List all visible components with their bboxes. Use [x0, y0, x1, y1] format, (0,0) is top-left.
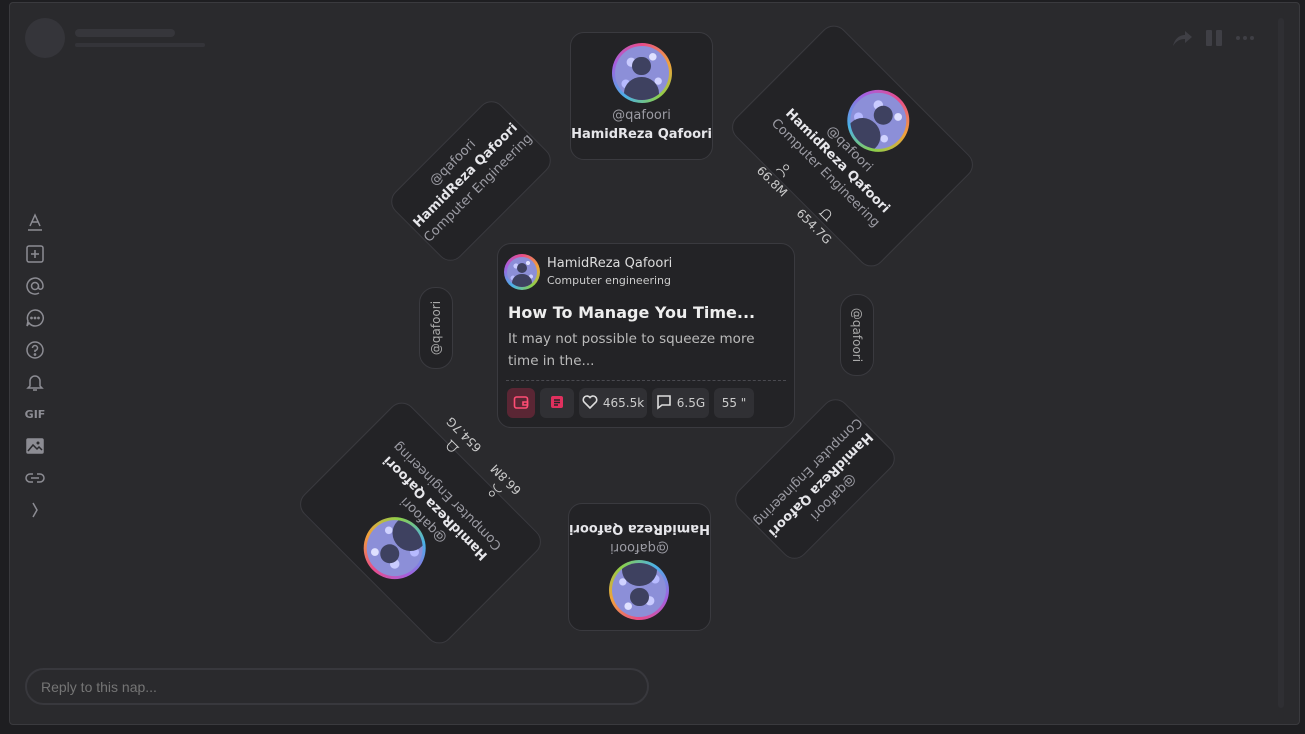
profile-name: HamidReza Qafoori — [569, 521, 710, 536]
avatar — [611, 43, 672, 103]
document-icon — [549, 394, 565, 413]
image-icon[interactable] — [22, 430, 48, 462]
help-icon[interactable] — [22, 334, 48, 366]
heart-icon — [582, 394, 598, 413]
profile-handle: @qafoori — [850, 307, 864, 363]
pause-icon[interactable] — [1205, 28, 1223, 53]
more-icon[interactable] — [1235, 28, 1255, 53]
editor-toolbar: GIF — [22, 206, 48, 526]
wallet-button[interactable] — [507, 388, 535, 418]
post-excerpt: It may not possible to squeeze more time… — [508, 331, 755, 369]
avatar — [504, 254, 540, 290]
handle-pill-left[interactable]: @qafoori — [419, 287, 453, 369]
profile-card-top[interactable]: @qafoori HamidReza Qafoori — [570, 32, 713, 160]
header-actions — [1171, 28, 1255, 53]
read-duration: 55 " — [714, 388, 754, 418]
avatar — [609, 560, 670, 620]
header-avatar-placeholder — [25, 18, 65, 58]
comment-icon — [656, 394, 672, 413]
comment-count: 6.5G — [676, 396, 706, 410]
chat-icon[interactable] — [22, 302, 48, 334]
profile-card-bottom[interactable]: @qafoori HamidReza Qafoori — [568, 503, 711, 631]
post-title[interactable]: How To Manage You Time... — [508, 303, 755, 322]
profile-handle: @qafoori — [610, 540, 669, 555]
header-subtitle-placeholder — [75, 43, 205, 47]
like-count: 465.5k — [602, 396, 645, 410]
share-icon[interactable] — [1171, 28, 1193, 53]
post-author-field: Computer engineering — [547, 274, 671, 287]
mention-icon[interactable] — [22, 270, 48, 302]
divider — [506, 380, 786, 381]
post-author-name[interactable]: HamidReza Qafoori — [547, 256, 672, 271]
document-button[interactable] — [540, 388, 574, 418]
profile-handle: @qafoori — [612, 108, 671, 123]
wallet-icon — [513, 394, 529, 413]
add-icon[interactable] — [22, 238, 48, 270]
header-title-placeholder — [75, 29, 175, 37]
reply-input[interactable] — [25, 668, 649, 705]
comment-button[interactable]: 6.5G — [652, 388, 709, 418]
bell-icon[interactable] — [22, 366, 48, 398]
text-format-icon[interactable] — [22, 206, 48, 238]
gif-button[interactable]: GIF — [22, 398, 48, 430]
profile-name: HamidReza Qafoori — [571, 127, 712, 142]
handle-pill-right[interactable]: @qafoori — [840, 294, 874, 376]
chevron-right-icon[interactable] — [22, 494, 48, 526]
duration-label: 55 " — [721, 396, 747, 410]
link-icon[interactable] — [22, 462, 48, 494]
scrollbar[interactable] — [1278, 18, 1284, 708]
like-button[interactable]: 465.5k — [579, 388, 647, 418]
profile-handle: @qafoori — [429, 300, 443, 356]
